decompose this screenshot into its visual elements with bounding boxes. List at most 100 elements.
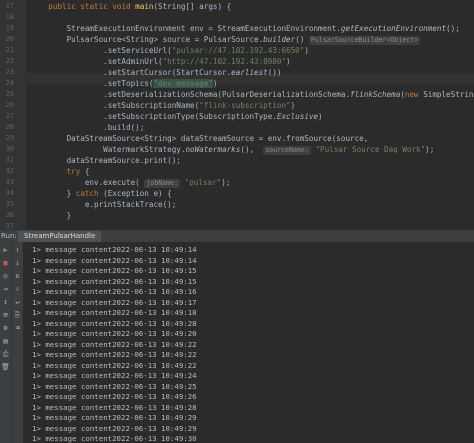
code-token: ) xyxy=(286,57,291,66)
rerun-icon[interactable]: ▶ xyxy=(1,246,10,255)
code-line[interactable]: .setTopics("dev-message") xyxy=(30,78,217,89)
code-token: PulsarSource<String> source = PulsarSour… xyxy=(30,35,264,44)
code-token: ) xyxy=(304,46,309,55)
code-token: env.execute( xyxy=(30,178,145,187)
stop-icon[interactable]: ■ xyxy=(1,259,10,268)
console-toolbar-right: ↑ ↓ ⇅ ⇩ ↵ ⎘ ⌫ xyxy=(11,242,23,443)
parameter-hint: jobName: xyxy=(144,178,181,188)
code-token: DataStreamSource<String> dataStreamSourc… xyxy=(30,134,369,143)
code-line[interactable]: StreamExecutionEnvironment env = StreamE… xyxy=(30,23,460,34)
code-token: (); xyxy=(446,24,460,33)
fold-gutter xyxy=(22,0,26,230)
code-token: ); xyxy=(221,178,231,187)
code-token: "dev-message" xyxy=(153,79,213,88)
code-line[interactable]: PulsarSource<String> source = PulsarSour… xyxy=(30,34,421,45)
code-token: dataStreamSource.print(); xyxy=(30,156,181,165)
console-action-icon[interactable]: ↓ xyxy=(13,259,22,268)
exit-icon[interactable]: ⇥ xyxy=(1,285,10,294)
layout-icon[interactable]: ▤ xyxy=(1,337,10,346)
line-number: 18 xyxy=(5,13,14,21)
code-token: earliest xyxy=(231,68,268,77)
code-token: WatermarkStrategy. xyxy=(30,145,186,154)
code-token: .setAdminUrl( xyxy=(30,57,163,66)
line-number: 23 xyxy=(5,68,14,76)
line-number: 25 xyxy=(5,90,14,98)
line-number: 35 xyxy=(5,200,14,208)
console-panel[interactable]: ▶ ■ ◎ ⇥ ↕ ⊞ ⚙ ▤ ⎙ 🗑 ↑ ↓ ⇅ ⇩ ↵ ⎘ ⌫ 1> message content202… xyxy=(0,242,474,443)
code-line[interactable]: .build(); xyxy=(30,122,144,133)
code-line[interactable]: } xyxy=(30,210,72,221)
console-line: 1> message content2022-06-13 10:49:14 xyxy=(32,255,197,265)
code-line[interactable]: e.printStackTrace(); xyxy=(30,199,176,210)
line-number: 32 xyxy=(5,167,14,175)
code-token: ()) xyxy=(267,68,282,77)
code-token: noWatermarks xyxy=(185,145,241,154)
code-token: ) xyxy=(318,112,323,121)
code-token: StreamExecutionEnvironment env = StreamE… xyxy=(30,24,341,33)
console-line: 1> message content2022-06-13 10:49:22 xyxy=(32,339,197,349)
line-number: 19 xyxy=(5,24,14,32)
run-label: Run: xyxy=(1,232,17,240)
code-token: public static void xyxy=(48,2,136,11)
code-token: ) xyxy=(212,79,218,88)
console-line: 1> message content2022-06-13 10:49:15 xyxy=(32,276,197,286)
code-line[interactable]: env.execute( jobName: "pulsar"); xyxy=(30,177,230,188)
code-token: .setSubscriptionName( xyxy=(30,101,200,110)
code-line[interactable]: .setSubscriptionType(SubscriptionType.Ex… xyxy=(30,111,323,122)
pin-icon[interactable]: ⊞ xyxy=(1,311,10,320)
code-line[interactable]: WatermarkStrategy.noWatermarks(), source… xyxy=(30,144,434,155)
console-line: 1> message content2022-06-13 10:49:16 xyxy=(32,287,197,296)
delete-icon[interactable]: 🗑 xyxy=(1,363,10,372)
console-line: 1> message content2022-06-13 10:49:22 xyxy=(32,350,197,359)
console-action-icon[interactable]: ↑ xyxy=(13,246,22,255)
code-line[interactable]: .setSubscriptionName("flink-subscription… xyxy=(30,100,295,111)
code-line[interactable]: } catch (Exception e) { xyxy=(30,188,172,199)
code-token: main xyxy=(135,2,154,11)
line-number: 20 xyxy=(5,35,14,43)
code-token: "Pulsar Source Daq Work" xyxy=(315,145,426,154)
console-action-icon[interactable]: ⇩ xyxy=(13,285,22,294)
code-line[interactable]: public static void main(String[] args) { xyxy=(30,1,231,12)
console-line: 1> message content2022-06-13 10:49:26 xyxy=(32,392,197,401)
code-token: "flink-subscription" xyxy=(199,101,291,110)
code-token: Exclusive xyxy=(276,112,319,121)
code-line[interactable]: try { xyxy=(30,166,90,177)
console-action-icon[interactable]: ↵ xyxy=(13,298,22,307)
print-icon[interactable]: ⎙ xyxy=(1,350,10,359)
console-line: 1> message content2022-06-13 10:49:29 xyxy=(32,423,197,433)
code-token: } xyxy=(30,189,76,198)
code-editor[interactable]: 17 18 19 20 21 22 23 24 25 26 27 28 29 30 31 32 33 34 35 36… xyxy=(0,0,474,230)
console-action-icon[interactable]: ⎘ xyxy=(13,311,22,320)
code-token: ); xyxy=(425,145,435,154)
code-token: builder xyxy=(263,35,296,44)
code-token: .setStartCursor(StartCursor. xyxy=(30,68,232,77)
parameter-hint: sourceName: xyxy=(263,145,311,155)
console-line: 1> message content2022-06-13 10:49:30 xyxy=(32,434,197,443)
code-token: (Exception e) { xyxy=(103,189,172,198)
code-token: flinkSchema xyxy=(350,90,401,99)
code-token: .build(); xyxy=(30,123,145,132)
code-line[interactable]: .setStartCursor(StartCursor.earliest()) xyxy=(30,67,281,78)
line-number: 31 xyxy=(5,156,14,164)
console-line: 1> message content2022-06-13 10:49:14 xyxy=(32,245,197,254)
line-number: 36 xyxy=(5,211,14,219)
code-line[interactable]: DataStreamSource<String> dataStreamSourc… xyxy=(30,133,369,144)
line-number: 37 xyxy=(5,222,14,230)
code-token: SimpleStringSchema())) xyxy=(423,90,474,99)
filter-icon[interactable]: ↕ xyxy=(1,298,10,307)
settings-icon[interactable]: ⚙ xyxy=(1,324,10,333)
code-line[interactable]: .setDeserializationSchema(PulsarDeserial… xyxy=(30,89,474,100)
camera-icon[interactable]: ◎ xyxy=(1,272,10,281)
code-line[interactable]: dataStreamSource.print(); xyxy=(30,155,181,166)
code-line[interactable]: .setServiceUrl("pulsar://47.102.192.43:6… xyxy=(30,45,309,56)
line-number: 29 xyxy=(5,134,14,142)
line-number: 24 xyxy=(5,79,14,87)
code-token: "pulsar://47.102.192.43:6650" xyxy=(171,46,305,55)
console-action-icon[interactable]: ⇅ xyxy=(13,272,22,281)
code-line[interactable]: .setAdminUrl("http://47.102.192.43:8080"… xyxy=(30,56,291,67)
code-token: e.printStackTrace(); xyxy=(30,200,177,209)
console-line: 1> message content2022-06-13 10:49:17 xyxy=(32,297,197,307)
console-line: 1> message content2022-06-13 10:49:20 xyxy=(32,329,197,338)
console-action-icon[interactable]: ⌫ xyxy=(13,324,22,333)
